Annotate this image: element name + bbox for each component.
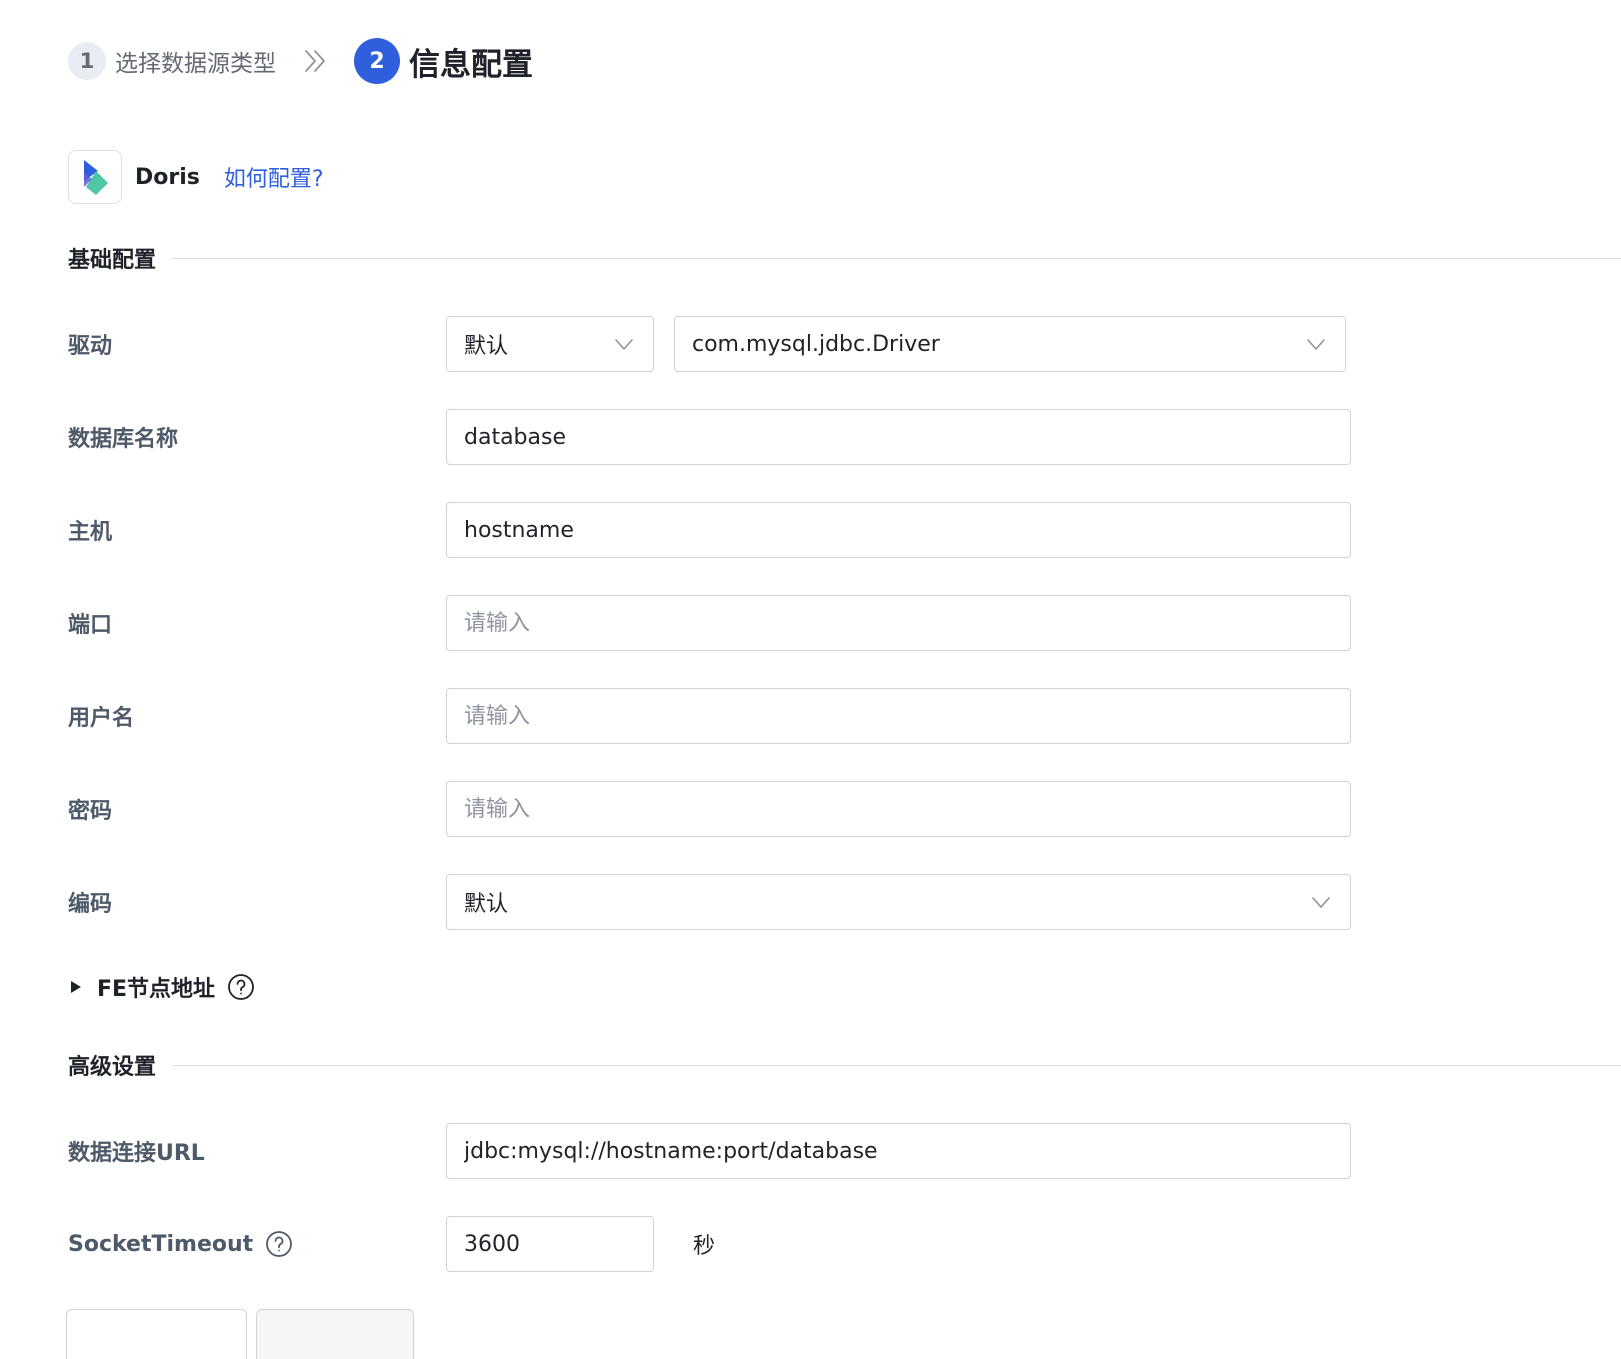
username-label: 用户名: [68, 706, 135, 731]
fe-nodes-toggle[interactable]: FE节点地址: [68, 970, 255, 1004]
socket-timeout-unit: 秒: [693, 1234, 716, 1259]
socket-timeout-input[interactable]: [464, 1217, 653, 1271]
driver-class-value: com.mysql.jdbc.Driver: [692, 331, 940, 357]
datasource-config-page: 1 选择数据源类型 2 信息配置 Doris 如何配置? 基础配置 驱动 默认 …: [0, 0, 1621, 1359]
advanced-settings-section: 高级设置: [68, 1050, 1621, 1080]
footer-button-2[interactable]: [256, 1309, 414, 1359]
step-1-label[interactable]: 选择数据源类型: [115, 44, 276, 78]
port-input[interactable]: [464, 596, 1350, 650]
question-circle-icon[interactable]: [227, 973, 255, 1001]
chevron-down-icon: [615, 339, 633, 350]
host-input[interactable]: [464, 503, 1350, 557]
socket-timeout-label-wrap: SocketTimeout: [68, 1216, 293, 1272]
step-2-label: 信息配置: [409, 46, 533, 83]
socket-timeout-row: SocketTimeout 秒: [68, 1216, 1621, 1272]
jdbc-url-label: 数据连接URL: [68, 1141, 205, 1166]
driver-class-select[interactable]: com.mysql.jdbc.Driver: [674, 316, 1346, 372]
host-row: 主机: [68, 502, 1621, 558]
jdbc-url-field[interactable]: [446, 1123, 1351, 1179]
encoding-select[interactable]: 默认: [446, 874, 1351, 930]
port-field[interactable]: [446, 595, 1351, 651]
jdbc-url-input[interactable]: [464, 1124, 1350, 1178]
password-input[interactable]: [464, 782, 1350, 836]
section-divider: [172, 1064, 1621, 1066]
chevron-down-icon: [1312, 897, 1330, 908]
driver-type-select[interactable]: 默认: [446, 316, 654, 372]
step-1-number[interactable]: 1: [68, 42, 106, 80]
caret-right-icon: [71, 981, 81, 993]
step-2-number: 2: [354, 38, 400, 84]
source-name: Doris: [135, 164, 200, 190]
double-chevron-right-icon: [302, 48, 328, 74]
source-header: Doris 如何配置?: [68, 149, 324, 205]
footer-button-1[interactable]: [66, 1309, 247, 1359]
database-label: 数据库名称: [68, 427, 179, 452]
encoding-label: 编码: [68, 892, 113, 917]
how-to-configure-link[interactable]: 如何配置?: [224, 161, 324, 193]
advanced-settings-title: 高级设置: [68, 1055, 157, 1080]
driver-label: 驱动: [68, 334, 113, 359]
host-label: 主机: [68, 520, 113, 545]
jdbc-url-row: 数据连接URL: [68, 1123, 1621, 1179]
section-divider: [172, 257, 1621, 259]
basic-config-title: 基础配置: [68, 248, 157, 273]
username-row: 用户名: [68, 688, 1621, 744]
chevron-down-icon: [1307, 339, 1325, 350]
username-input[interactable]: [464, 689, 1350, 743]
encoding-value: 默认: [464, 892, 509, 917]
driver-type-value: 默认: [464, 334, 509, 359]
port-row: 端口: [68, 595, 1621, 651]
port-label: 端口: [68, 613, 113, 638]
password-row: 密码: [68, 781, 1621, 837]
password-field[interactable]: [446, 781, 1351, 837]
password-label: 密码: [68, 799, 113, 824]
host-field[interactable]: [446, 502, 1351, 558]
question-circle-icon[interactable]: [265, 1230, 293, 1258]
database-field[interactable]: [446, 409, 1351, 465]
socket-timeout-field[interactable]: [446, 1216, 654, 1272]
fe-nodes-label: FE节点地址: [97, 977, 216, 1002]
stepper: 1 选择数据源类型 2 信息配置: [68, 38, 533, 84]
basic-config-section: 基础配置: [68, 243, 1621, 273]
doris-logo-icon: [68, 150, 122, 204]
driver-row: 驱动 默认 com.mysql.jdbc.Driver: [68, 316, 1621, 372]
socket-timeout-label: SocketTimeout: [68, 1231, 254, 1257]
username-field[interactable]: [446, 688, 1351, 744]
encoding-row: 编码 默认: [68, 874, 1621, 930]
database-row: 数据库名称: [68, 409, 1621, 465]
database-input[interactable]: [464, 410, 1350, 464]
